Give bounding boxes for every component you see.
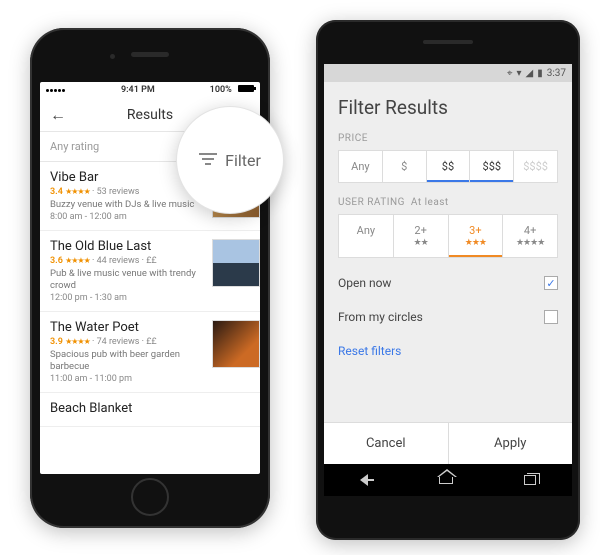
- price-option-1[interactable]: $: [383, 151, 427, 182]
- action-bar: Cancel Apply: [324, 422, 572, 464]
- any-rating-filter[interactable]: Any rating: [50, 140, 99, 153]
- open-now-checkbox[interactable]: ✓: [544, 276, 558, 290]
- android-status-bar: ⌖ ▾ ◢ ▮ 3:37: [324, 64, 572, 82]
- from-circles-row[interactable]: From my circles: [324, 300, 572, 334]
- venue-name: The Water Poet: [50, 320, 206, 335]
- star-icon: ★★★★: [503, 238, 557, 248]
- price-option-3[interactable]: $$$: [470, 151, 514, 182]
- filter-icon[interactable]: [199, 153, 217, 167]
- list-item[interactable]: The Old Blue Last 3.6 ★★★★ · 44 reviews …: [40, 231, 260, 312]
- rating-label: USER RATING At least: [324, 191, 572, 214]
- filter-button-label[interactable]: Filter: [225, 151, 261, 170]
- open-now-label: Open now: [338, 276, 391, 290]
- venue-meta: 3.4 ★★★★ · 53 reviews: [50, 187, 206, 197]
- battery-text: 100%: [210, 85, 232, 95]
- rating-segmented: Any 2+ ★★ 3+ ★★★ 4+ ★★★★: [338, 214, 558, 258]
- nav-home-icon[interactable]: [439, 476, 453, 484]
- list-item[interactable]: Beach Blanket: [40, 393, 260, 427]
- from-circles-label: From my circles: [338, 310, 423, 324]
- signal-icon: [46, 85, 66, 95]
- venue-meta: 3.6 ★★★★ · 44 reviews · ££: [50, 256, 206, 266]
- star-icon: ★★★★: [65, 187, 90, 196]
- signal-icon: ◢: [525, 68, 533, 79]
- venue-hours: 12:00 pm - 1:30 am: [50, 293, 206, 303]
- rating-option-any[interactable]: Any: [339, 215, 394, 257]
- rating-option-4[interactable]: 4+ ★★★★: [503, 215, 557, 257]
- venue-hours: 11:00 am - 11:00 pm: [50, 374, 206, 384]
- venue-desc: Pub & live music venue with trendy crowd: [50, 268, 206, 291]
- star-icon: ★★★★: [65, 256, 90, 265]
- price-label: PRICE: [324, 127, 572, 150]
- android-device: ⌖ ▾ ◢ ▮ 3:37 Filter Results PRICE Any $ …: [316, 20, 580, 540]
- list-item[interactable]: The Water Poet 3.9 ★★★★ · 74 reviews · £…: [40, 312, 260, 393]
- ios-status-bar: 9:41 PM 100%: [40, 82, 260, 98]
- status-battery-group: 100%: [210, 85, 254, 95]
- cancel-button[interactable]: Cancel: [324, 423, 449, 464]
- star-icon: ★★: [394, 238, 448, 248]
- status-time: 3:37: [547, 68, 566, 79]
- venue-desc: Buzzy venue with DJs & live music: [50, 199, 206, 210]
- star-icon: ★★★: [449, 238, 503, 248]
- venue-thumbnail: [212, 239, 260, 287]
- price-option-4[interactable]: $$$$: [514, 151, 557, 182]
- apply-button[interactable]: Apply: [449, 423, 573, 464]
- venue-hours: 8:00 am - 12:00 am: [50, 212, 206, 222]
- venue-name: The Old Blue Last: [50, 239, 206, 254]
- star-icon: ★★★★: [65, 337, 90, 346]
- battery-icon: [238, 85, 254, 92]
- iphone-device: 9:41 PM 100% ← Results Any rating Vibe B…: [30, 28, 270, 528]
- page-title: Filter Results: [324, 82, 572, 127]
- reset-filters-link[interactable]: Reset filters: [324, 334, 572, 368]
- rating-option-2[interactable]: 2+ ★★: [394, 215, 449, 257]
- filter-magnifier: Filter: [176, 106, 284, 214]
- nav-recent-icon[interactable]: [524, 475, 536, 485]
- venue-meta: 3.9 ★★★★ · 74 reviews · ££: [50, 337, 206, 347]
- battery-icon: ▮: [537, 68, 543, 79]
- camera-dot: [110, 54, 115, 59]
- price-segmented: Any $ $$ $$$ $$$$: [338, 150, 558, 183]
- wifi-icon: ▾: [516, 68, 521, 79]
- status-time: 9:41 PM: [121, 85, 155, 95]
- venue-thumbnail: [212, 320, 260, 368]
- rating-option-3[interactable]: 3+ ★★★: [449, 215, 504, 257]
- venue-name: Beach Blanket: [50, 401, 254, 416]
- open-now-row[interactable]: Open now ✓: [324, 266, 572, 300]
- price-option-2[interactable]: $$: [427, 151, 471, 182]
- nav-back-icon[interactable]: [360, 474, 368, 486]
- from-circles-checkbox[interactable]: [544, 310, 558, 324]
- location-icon: ⌖: [507, 68, 513, 79]
- android-nav-bar: [324, 464, 572, 496]
- price-option-any[interactable]: Any: [339, 151, 383, 182]
- venue-desc: Spacious pub with beer garden barbecue: [50, 349, 206, 372]
- android-screen: ⌖ ▾ ◢ ▮ 3:37 Filter Results PRICE Any $ …: [324, 64, 572, 496]
